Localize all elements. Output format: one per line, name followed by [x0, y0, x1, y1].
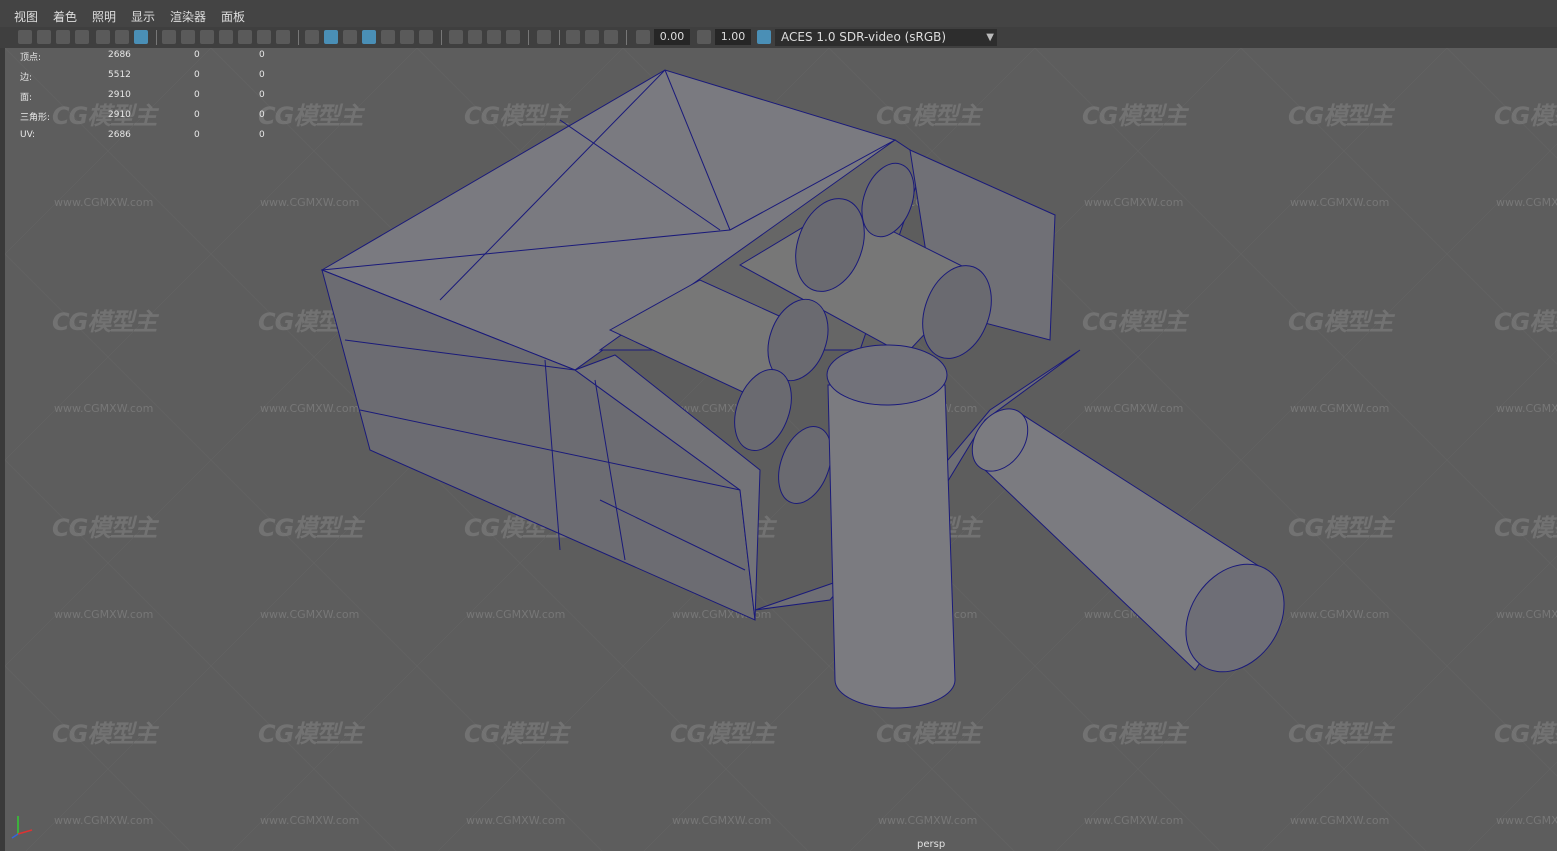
- stat-value: 0: [259, 130, 265, 140]
- toolbar-separator: [441, 30, 442, 45]
- menu-renderer[interactable]: 渲染器: [170, 8, 206, 25]
- stat-value: 0: [259, 50, 265, 60]
- image-plane-icon[interactable]: [75, 30, 89, 44]
- mesh-wireframe: [320, 69, 1285, 709]
- stat-value: 0: [259, 70, 265, 80]
- stat-label: 边:: [20, 73, 33, 83]
- stat-label: UV:: [20, 130, 36, 140]
- stat-value: 2910: [108, 90, 131, 100]
- camera-name-label: persp: [917, 839, 946, 850]
- lights-icon[interactable]: [400, 30, 414, 44]
- safe-action-icon[interactable]: [257, 30, 271, 44]
- exposure-field[interactable]: 0.00: [654, 29, 690, 45]
- depth-of-field-icon[interactable]: [506, 30, 520, 44]
- bookmark-icon[interactable]: [56, 30, 70, 44]
- standing-cylinder: [827, 384, 956, 709]
- view-axis-icon: [11, 816, 33, 839]
- color-space-label: ACES 1.0 SDR-video (sRGB): [781, 30, 947, 44]
- smooth-shade-icon[interactable]: [324, 30, 338, 44]
- standing-cylinder-top: [826, 344, 948, 406]
- stat-row-faces: 面: 2910 0 0: [20, 90, 280, 103]
- chevron-down-icon: ▼: [986, 32, 994, 43]
- rotate-tool-icon[interactable]: [115, 30, 129, 44]
- backface-culling-icon[interactable]: [604, 30, 618, 44]
- wireframe-icon[interactable]: [305, 30, 319, 44]
- viewport[interactable]: CG模型主 www.CGMXW.com CG模型主 www.CGMXW.com CG模型…: [5, 48, 1557, 851]
- stat-value: 5512: [108, 70, 131, 80]
- motion-blur-icon[interactable]: [468, 30, 482, 44]
- toolbar-separator: [559, 30, 560, 45]
- panel-toolbar: 0.00 1.00 ACES 1.0 SDR-video (sRGB) ▼: [0, 27, 1557, 49]
- color-space-dropdown[interactable]: ACES 1.0 SDR-video (sRGB) ▼: [775, 29, 997, 46]
- stat-label: 面:: [20, 93, 33, 103]
- menu-view[interactable]: 视图: [14, 8, 38, 25]
- move-tool-icon[interactable]: [96, 30, 110, 44]
- stat-value: 0: [194, 50, 200, 60]
- stat-value: 0: [194, 110, 200, 120]
- ambient-occlusion-icon[interactable]: [449, 30, 463, 44]
- menu-show[interactable]: 显示: [131, 8, 155, 25]
- field-chart-icon[interactable]: [238, 30, 252, 44]
- menu-panels[interactable]: 面板: [221, 8, 245, 25]
- film-gate-icon[interactable]: [181, 30, 195, 44]
- color-management-icon[interactable]: [757, 30, 771, 44]
- gamma-field[interactable]: 1.00: [715, 29, 751, 45]
- camera-icon[interactable]: [18, 30, 32, 44]
- shadows-icon[interactable]: [419, 30, 433, 44]
- anti-aliasing-icon[interactable]: [487, 30, 501, 44]
- stat-value: 2686: [108, 50, 131, 60]
- stat-value: 0: [259, 90, 265, 100]
- stat-row-vertices: 顶点: 2686 0 0: [20, 50, 280, 63]
- toolbar-separator: [298, 30, 299, 45]
- xray-icon[interactable]: [381, 30, 395, 44]
- stat-row-uvs: UV: 2686 0 0: [20, 130, 280, 142]
- stat-value: 0: [194, 90, 200, 100]
- isolate-select-icon[interactable]: [537, 30, 551, 44]
- stat-row-triangles: 三角形: 2910 0 0: [20, 110, 280, 123]
- menu-shading[interactable]: 着色: [53, 8, 77, 25]
- stat-row-edges: 边: 5512 0 0: [20, 70, 280, 83]
- toolbar-separator: [156, 30, 157, 45]
- stat-label: 三角形:: [20, 113, 51, 123]
- grid-icon[interactable]: [162, 30, 176, 44]
- stat-label: 顶点:: [20, 53, 42, 63]
- camera-attributes-icon[interactable]: [37, 30, 51, 44]
- toolbar-separator: [626, 30, 627, 45]
- menu-bar: 视图 着色 照明 显示 渲染器 面板: [0, 0, 1557, 27]
- stat-value: 2686: [108, 130, 131, 140]
- menu-lighting[interactable]: 照明: [92, 8, 116, 25]
- gamma-icon[interactable]: [697, 30, 711, 44]
- textured-icon[interactable]: [343, 30, 357, 44]
- xray-joints-icon[interactable]: [566, 30, 580, 44]
- exposure-icon[interactable]: [636, 30, 650, 44]
- stat-value: 0: [194, 70, 200, 80]
- gate-mask-icon[interactable]: [219, 30, 233, 44]
- wireframe-on-shaded-icon[interactable]: [362, 30, 376, 44]
- resolution-gate-icon[interactable]: [200, 30, 214, 44]
- xray-active-icon[interactable]: [585, 30, 599, 44]
- paint-tool-icon[interactable]: [134, 30, 148, 44]
- stat-value: 2910: [108, 110, 131, 120]
- stat-value: 0: [194, 130, 200, 140]
- toolbar-separator: [528, 30, 529, 45]
- stat-value: 0: [259, 110, 265, 120]
- safe-title-icon[interactable]: [276, 30, 290, 44]
